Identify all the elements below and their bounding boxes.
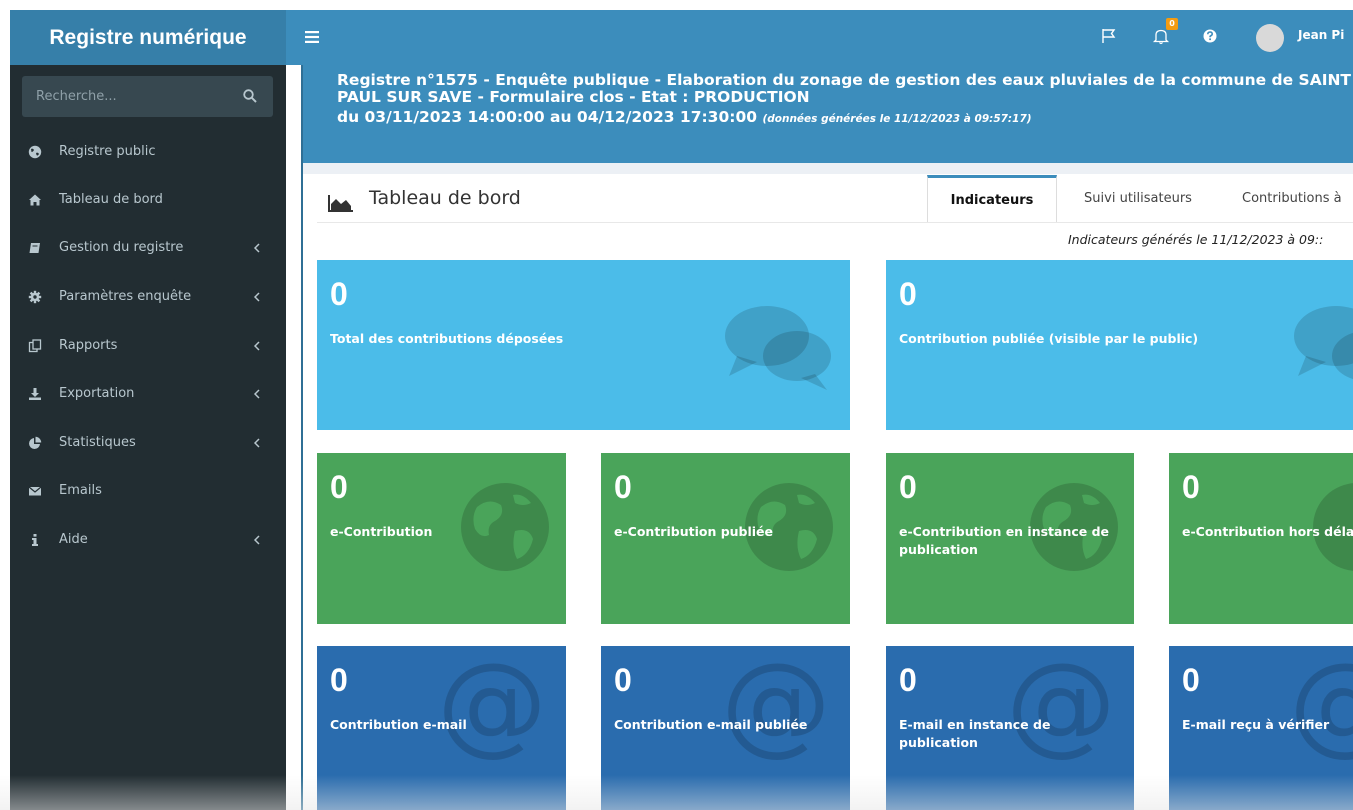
sidebar-item-parametres-enquete[interactable]: Paramètres enquête (10, 278, 286, 318)
page-title: Tableau de bord (369, 187, 521, 209)
tile-label: e-Contribution publiée (614, 524, 774, 539)
chevron-left-icon (253, 438, 260, 448)
tile-e-contribution-published[interactable]: 0 e-Contribution publiée (601, 453, 850, 624)
panel-divider (317, 222, 1353, 223)
sidebar-item-label: Exportation (59, 386, 135, 401)
sidebar-item-exportation[interactable]: Exportation (10, 375, 286, 415)
area-chart-icon (328, 195, 353, 212)
sidebar-search (22, 76, 273, 117)
tile-e-contribution[interactable]: 0 e-Contribution (317, 453, 566, 624)
tile-value: 0 (899, 662, 917, 698)
tile-value: 0 (614, 662, 632, 698)
chevron-left-icon (253, 243, 260, 253)
tile-total-contributions[interactable]: 0 Total des contributions déposées (317, 260, 850, 430)
tab-contributions[interactable]: Contributions à (1218, 175, 1353, 223)
sidebar-item-label: Registre public (59, 144, 156, 159)
banner-title-line2: PAUL SUR SAVE - Formulaire clos - Etat :… (337, 88, 810, 106)
sidebar-item-label: Aide (59, 532, 88, 547)
content-area: Registre n°1575 - Enquête publique - Ela… (286, 65, 1353, 810)
notification-badge: 0 (1166, 18, 1178, 30)
indicators-generated-note: Indicateurs générés le 11/12/2023 à 09:: (1068, 232, 1324, 247)
tile-label: E-mail reçu à vérifier (1182, 717, 1330, 732)
register-banner: Registre n°1575 - Enquête publique - Ela… (303, 65, 1353, 163)
tile-value: 0 (899, 469, 917, 505)
sidebar-item-label: Rapports (59, 338, 118, 353)
tile-value: 0 (614, 469, 632, 505)
tile-contributions-published[interactable]: 0 Contribution publiée (visible par le p… (886, 260, 1353, 430)
tile-label: e-Contribution hors déla (1182, 524, 1353, 539)
tile-e-contribution-late[interactable]: 0 e-Contribution hors déla (1169, 453, 1353, 624)
chevron-left-icon (253, 341, 260, 351)
tile-label: e-Contribution (330, 524, 433, 539)
globe-icon (28, 145, 42, 159)
banner-dates: du 03/11/2023 14:00:00 au 04/12/2023 17:… (337, 108, 1032, 128)
sidebar-item-label: Statistiques (59, 435, 136, 450)
chevron-left-icon (253, 389, 260, 399)
banner-title-line1: Registre n°1575 - Enquête publique - Ela… (337, 71, 1352, 89)
pie-chart-icon (29, 436, 42, 449)
sidebar-item-gestion-du-registre[interactable]: Gestion du registre (10, 229, 286, 269)
top-navbar: 0 Jean Pi (286, 10, 1353, 65)
sidebar-item-label: Tableau de bord (59, 192, 163, 207)
tile-label: Contribution publiée (visible par le pub… (899, 331, 1199, 346)
tile-e-contribution-pending[interactable]: 0 e-Contribution en instance de publicat… (886, 453, 1134, 624)
user-name[interactable]: Jean Pi (1298, 28, 1344, 42)
tab-suivi-utilisateurs[interactable]: Suivi utilisateurs (1063, 175, 1213, 223)
search-icon[interactable] (243, 89, 257, 103)
sidebar-item-registre-public[interactable]: Registre public (10, 133, 286, 173)
search-input[interactable] (22, 76, 232, 117)
sidebar: Registre numérique Registre public Table… (10, 10, 286, 810)
sidebar-item-label: Paramètres enquête (59, 289, 192, 304)
tile-label: Contribution e-mail (330, 717, 467, 732)
banner-generated-note: (données générées le 11/12/2023 à 09:57:… (762, 113, 1032, 125)
sidebar-item-label: Emails (59, 483, 102, 498)
tile-value: 0 (899, 276, 917, 312)
banner-date-range: du 03/11/2023 14:00:00 au 04/12/2023 17:… (337, 108, 758, 126)
tile-label: Contribution e-mail publiée (614, 717, 808, 732)
tile-value: 0 (330, 276, 348, 312)
tab-indicateurs[interactable]: Indicateurs (927, 175, 1057, 223)
at-sign-icon: @ (1289, 648, 1353, 758)
tile-contribution-email-published[interactable]: @ 0 Contribution e-mail publiée (601, 646, 850, 810)
tile-email-to-verify[interactable]: @ 0 E-mail reçu à vérifier (1169, 646, 1353, 810)
hamburger-menu-icon[interactable] (305, 31, 319, 43)
sidebar-item-emails[interactable]: Emails (10, 472, 286, 512)
download-icon (29, 388, 41, 400)
tile-value: 0 (330, 469, 348, 505)
info-icon (32, 534, 38, 546)
at-sign-icon: @ (721, 646, 831, 767)
content-left-edge (286, 65, 303, 810)
at-sign-icon: @ (437, 646, 547, 767)
tile-contribution-email[interactable]: @ 0 Contribution e-mail (317, 646, 566, 810)
sidebar-item-statistiques[interactable]: Statistiques (10, 424, 286, 464)
sidebar-item-tableau-de-bord[interactable]: Tableau de bord (10, 181, 286, 221)
avatar[interactable] (1256, 24, 1284, 52)
tile-value: 0 (1182, 469, 1200, 505)
tile-label: E-mail en instance de publication (899, 717, 1051, 750)
flag-icon[interactable] (1100, 27, 1118, 45)
tile-label: e-Contribution en instance de publicatio… (899, 524, 1110, 557)
brand-logo[interactable]: Registre numérique (10, 10, 286, 65)
cog-icon (28, 290, 42, 304)
tile-value: 0 (1182, 662, 1200, 698)
chevron-left-icon (253, 292, 260, 302)
tile-email-pending[interactable]: @ 0 E-mail en instance de publication (886, 646, 1134, 810)
chevron-left-icon (253, 535, 260, 545)
copy-icon (28, 339, 42, 353)
home-icon (29, 194, 41, 206)
comments-icon (725, 306, 831, 390)
tile-value: 0 (330, 662, 348, 698)
sidebar-item-aide[interactable]: Aide (10, 521, 286, 561)
dashboard-panel: Tableau de bord Indicateurs Suivi utilis… (303, 174, 1353, 810)
tile-label: Total des contributions déposées (330, 331, 564, 346)
help-icon[interactable] (1201, 27, 1219, 45)
envelope-icon (28, 486, 42, 496)
book-icon (29, 243, 40, 253)
sidebar-item-rapports[interactable]: Rapports (10, 327, 286, 367)
sidebar-item-label: Gestion du registre (59, 240, 184, 255)
